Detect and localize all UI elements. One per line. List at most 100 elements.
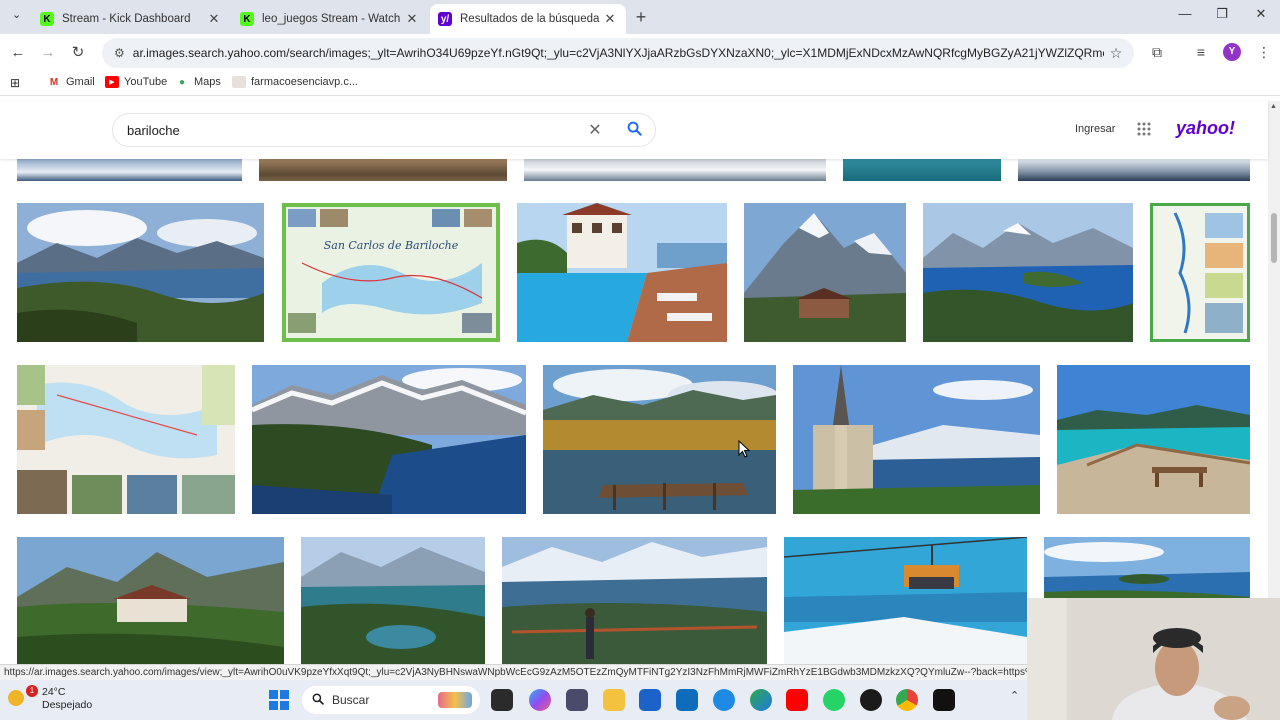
show-hidden-icons-icon[interactable]: ⌃ [1010, 689, 1024, 711]
image-result[interactable] [17, 159, 242, 181]
yahoo-logo[interactable]: yahoo! [1176, 118, 1235, 139]
image-result[interactable] [843, 159, 1001, 181]
widgets-icon[interactable] [566, 689, 588, 711]
search-box[interactable]: bariloche ✕ [112, 113, 656, 147]
youtube-app-icon[interactable] [786, 689, 808, 711]
minimize-icon[interactable]: — [1175, 6, 1195, 21]
search-highlight-icon [438, 692, 472, 708]
page-scrollbar[interactable]: ▲ [1268, 101, 1280, 664]
browser-toolbar: ← → ↻ ⚙ ar.images.search.yahoo.com/searc… [0, 34, 1280, 72]
restore-icon[interactable]: ❐ [1212, 6, 1232, 22]
taskbar-search[interactable]: Buscar [302, 686, 480, 714]
search-icon [312, 693, 324, 708]
new-tab-button[interactable]: + [631, 7, 651, 27]
image-result-llao-llao-mountain[interactable] [744, 203, 906, 342]
link-status-bar: https://ar.images.search.yahoo.com/image… [0, 664, 1030, 680]
taskbar-search-placeholder: Buscar [332, 693, 370, 707]
tab-kick-dashboard[interactable]: K Stream - Kick Dashboard ✕ [32, 4, 230, 34]
tab-search-icon[interactable]: ⌄ [12, 8, 21, 21]
image-result-turquoise-viewpoint[interactable] [1057, 365, 1250, 514]
image-result-tourist-map[interactable] [17, 365, 235, 514]
tab-title: leo_juegos Stream - Watch Live [262, 13, 404, 25]
site-info-icon[interactable]: ⚙ [114, 46, 125, 60]
tiktok-icon[interactable] [933, 689, 955, 711]
weather-app-icon[interactable] [713, 689, 735, 711]
clear-search-icon[interactable]: ✕ [577, 120, 613, 140]
image-result-chairlift[interactable] [784, 537, 1027, 664]
bookmark-farmaco[interactable]: farmacoesenciavp.c... [232, 76, 358, 88]
tab-close-icon[interactable]: ✕ [206, 11, 222, 27]
youtube-icon: ▶ [105, 76, 119, 88]
reload-icon[interactable]: ↻ [68, 43, 88, 63]
image-result-blue-lakes[interactable] [923, 203, 1133, 342]
outlook-icon[interactable] [676, 689, 698, 711]
obs-icon[interactable] [860, 689, 882, 711]
chrome-icon[interactable] [896, 689, 918, 711]
tab-yahoo-results[interactable]: y/ Resultados de la búsqueda de I ✕ [430, 4, 626, 34]
tab-strip: ⌄ K Stream - Kick Dashboard ✕ K leo_jueg… [0, 0, 1280, 34]
yahoo-header: bariloche ✕ Ingresar yahoo! [0, 101, 1268, 159]
image-result-hotel-pool[interactable] [517, 203, 727, 342]
mouse-cursor-icon [738, 440, 750, 458]
image-result-cathedral[interactable] [793, 365, 1040, 514]
weather-widget[interactable]: 24°C Despejado [42, 686, 92, 712]
address-bar[interactable]: ⚙ ar.images.search.yahoo.com/search/imag… [102, 38, 1134, 68]
maps-icon: ● [178, 76, 186, 88]
image-result-lake-panorama[interactable] [17, 203, 264, 342]
bookmark-label: Maps [194, 76, 221, 88]
microsoft-store-icon[interactable] [639, 689, 661, 711]
whatsapp-icon[interactable] [823, 689, 845, 711]
tab-close-icon[interactable]: ✕ [404, 11, 420, 27]
apps-grid-icon[interactable]: ⊞ [10, 76, 20, 90]
tab-close-icon[interactable]: ✕ [602, 11, 618, 27]
kick-icon: K [40, 12, 54, 26]
edge-browser-icon[interactable] [750, 689, 772, 711]
apps-grid-icon[interactable] [1137, 122, 1151, 139]
image-result[interactable] [259, 159, 507, 181]
scrollbar-thumb[interactable] [1271, 213, 1277, 263]
weather-sun-icon [8, 690, 24, 706]
map-title: San Carlos de Bariloche [324, 239, 459, 252]
weather-temp: 24°C [42, 686, 66, 698]
signin-link[interactable]: Ingresar [1075, 123, 1115, 135]
image-result[interactable] [524, 159, 826, 181]
tab-title: Stream - Kick Dashboard [62, 13, 191, 25]
forward-arrow-icon[interactable]: → [38, 43, 58, 63]
image-result-hiker-viewpoint[interactable] [502, 537, 767, 664]
bookmark-star-icon[interactable]: ☆ [1104, 45, 1128, 62]
page-icon [232, 76, 246, 88]
image-result[interactable] [1018, 159, 1250, 181]
tab-title: Resultados de la búsqueda de I [460, 13, 602, 25]
windows-start-icon[interactable] [269, 690, 289, 710]
yahoo-icon: y/ [438, 12, 452, 26]
image-result-forest-lake[interactable] [252, 365, 526, 514]
image-result-bariloche-map[interactable]: San Carlos de Bariloche [282, 203, 500, 342]
image-result-park-map[interactable] [1150, 203, 1250, 342]
search-input[interactable]: bariloche [127, 123, 577, 138]
copilot-icon[interactable] [529, 689, 551, 711]
kick-icon: K [240, 12, 254, 26]
bookmark-maps[interactable]: ● Maps [175, 76, 221, 88]
menu-dots-icon[interactable]: ⋮ [1254, 44, 1274, 61]
file-explorer-icon[interactable] [603, 689, 625, 711]
image-results-grid: San Carlos de Bariloche [0, 159, 1268, 664]
bookmark-gmail[interactable]: M Gmail [47, 76, 95, 88]
media-controls-icon[interactable]: ≡ [1191, 44, 1211, 60]
notification-badge: 1 [26, 685, 38, 697]
bookmark-youtube[interactable]: ▶ YouTube [105, 76, 167, 88]
scroll-up-arrow-icon[interactable]: ▲ [1270, 103, 1277, 110]
bookmark-label: Gmail [66, 76, 95, 88]
url-text[interactable]: ar.images.search.yahoo.com/search/images… [133, 46, 1104, 60]
extensions-icon[interactable]: ⧉ [1147, 44, 1167, 61]
bookmarks-bar: ⊞ M Gmail ▶ YouTube ● Maps farmacoesenci… [0, 72, 1280, 96]
profile-avatar[interactable]: Y [1223, 43, 1241, 61]
task-view-icon[interactable] [491, 689, 513, 711]
bookmark-label: farmacoesenciavp.c... [251, 76, 358, 88]
image-result-llao-llao-valley[interactable] [17, 537, 284, 664]
tab-kick-stream[interactable]: K leo_juegos Stream - Watch Live ✕ [232, 4, 428, 34]
image-result-mountain-lakes[interactable] [301, 537, 485, 664]
bookmark-label: YouTube [124, 76, 168, 88]
back-arrow-icon[interactable]: ← [8, 43, 28, 63]
search-icon[interactable] [613, 121, 655, 140]
close-window-icon[interactable]: ✕ [1251, 6, 1271, 22]
